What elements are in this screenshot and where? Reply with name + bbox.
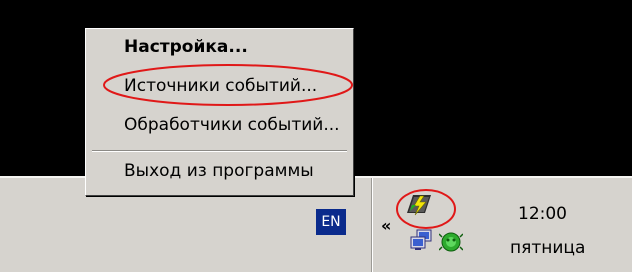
antivirus-icon[interactable] (438, 229, 464, 253)
clock-time[interactable]: 12:00 (518, 204, 567, 224)
menu-item-event-sources[interactable]: Источники событий... (124, 76, 317, 96)
clock-day[interactable]: пятница (510, 238, 585, 258)
context-menu: Настройка... Источники событий... Обрабо… (85, 28, 354, 196)
network-icon[interactable] (410, 228, 434, 252)
menu-item-settings[interactable]: Настройка... (124, 37, 248, 57)
show-hidden-icons-button[interactable]: « (381, 217, 391, 235)
language-indicator[interactable]: EN (316, 209, 346, 235)
menu-separator-highlight (92, 151, 347, 152)
menu-item-exit[interactable]: Выход из программы (124, 161, 314, 181)
lightning-app-icon[interactable] (404, 191, 434, 219)
tray-divider-highlight (372, 178, 373, 272)
menu-item-event-handlers[interactable]: Обработчики событий... (124, 115, 340, 135)
